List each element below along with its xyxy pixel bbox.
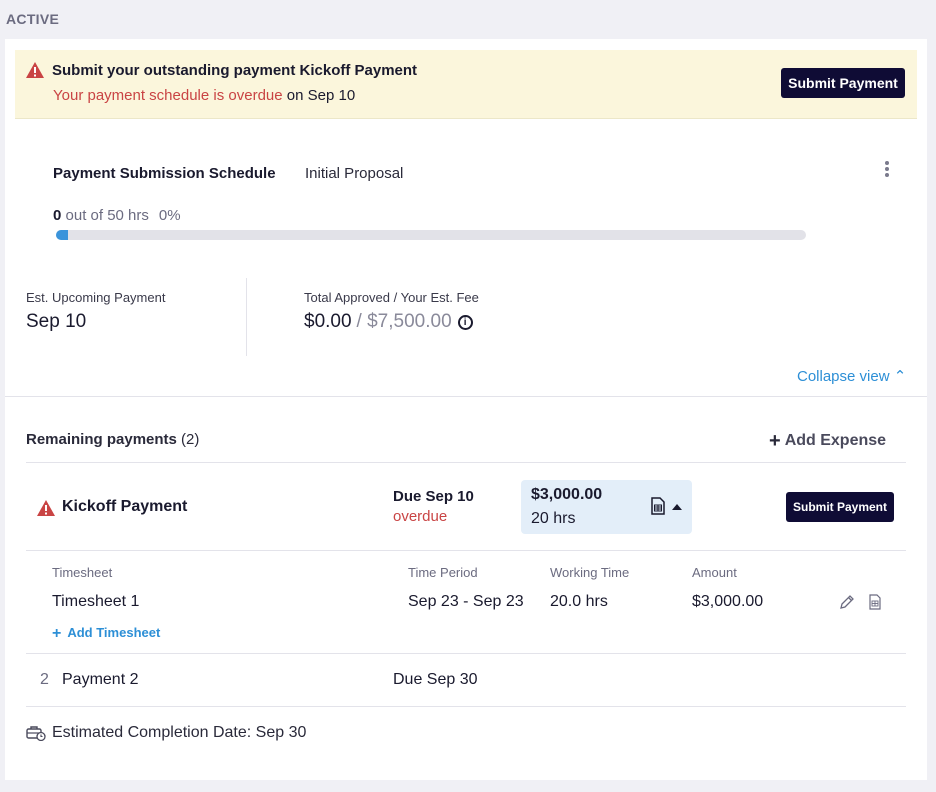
submit-payment-button[interactable]: Submit Payment xyxy=(786,492,894,522)
timesheet-name: Timesheet 1 xyxy=(52,593,140,610)
payment-name: Kickoff Payment xyxy=(62,498,188,515)
pencil-icon[interactable] xyxy=(839,594,855,610)
progress-percent: 0% xyxy=(158,207,181,224)
plus-icon: + xyxy=(52,625,62,642)
total-approved-label: Total Approved / Your Est. Fee xyxy=(304,290,479,305)
payment-amount-toggle[interactable]: $3,000.00 20 hrs xyxy=(521,480,692,534)
document-icon[interactable] xyxy=(869,594,881,610)
estimated-completion-date: Estimated Completion Date: Sep 30 xyxy=(52,724,307,741)
column-header-time-period: Time Period xyxy=(408,565,478,580)
row-divider xyxy=(26,653,906,654)
column-header-working-time: Working Time xyxy=(550,565,630,580)
add-expense-button[interactable]: + Add Expense xyxy=(769,430,886,453)
alert-submit-payment-button[interactable]: Submit Payment xyxy=(781,68,905,98)
payment-amount: $3,000.00 xyxy=(531,486,603,503)
add-expense-label: Add Expense xyxy=(784,432,887,449)
payment-status: overdue xyxy=(393,508,448,525)
payment-due-date: Due Sep 10 xyxy=(393,488,474,505)
progress-bar xyxy=(56,230,806,240)
overdue-alert: Submit your outstanding payment Kickoff … xyxy=(15,50,917,119)
upcoming-payment-value: Sep 10 xyxy=(26,311,87,332)
kebab-menu-icon[interactable] xyxy=(883,161,891,179)
warning-icon xyxy=(26,62,44,78)
summary-divider xyxy=(246,278,247,356)
warning-icon xyxy=(37,500,55,516)
row-divider xyxy=(26,462,906,463)
alert-subtitle: Your payment schedule is overdue on Sep … xyxy=(53,87,355,104)
timesheet-amount: $3,000.00 xyxy=(692,593,764,610)
alert-date-text: on Sep 10 xyxy=(282,87,356,104)
progress-bar-fill xyxy=(56,230,68,240)
payment-number: 2 xyxy=(40,671,49,688)
collapse-view-link[interactable]: Collapse view ⌃ xyxy=(797,367,906,385)
total-approved-value: $0.00 / $7,500.00 i xyxy=(304,311,473,333)
remaining-payments-count: (2) xyxy=(181,431,200,448)
timesheet-working-time: 20.0 hrs xyxy=(550,593,608,610)
remaining-payments-heading: Remaining payments (2) xyxy=(26,431,199,448)
document-icon xyxy=(651,497,665,515)
caret-up-icon xyxy=(672,504,682,510)
column-header-amount: Amount xyxy=(692,565,737,580)
column-header-timesheet: Timesheet xyxy=(52,565,113,580)
briefcase-clock-icon xyxy=(26,726,46,741)
payment-name: Payment 2 xyxy=(62,671,139,688)
add-timesheet-link[interactable]: + Add Timesheet xyxy=(52,625,160,643)
info-icon[interactable]: i xyxy=(457,314,473,330)
alert-overdue-text: Your payment schedule is overdue xyxy=(53,87,283,104)
section-divider xyxy=(5,396,927,397)
payment-hours: 20 hrs xyxy=(531,510,576,527)
progress-total: out of 50 hrs xyxy=(61,207,149,224)
schedule-name: Initial Proposal xyxy=(305,165,404,182)
section-label: ACTIVE xyxy=(6,11,60,27)
add-timesheet-label: Add Timesheet xyxy=(67,625,161,640)
timesheet-period: Sep 23 - Sep 23 xyxy=(408,593,524,610)
schedule-title: Payment Submission Schedule xyxy=(53,165,276,182)
payment-card: Submit your outstanding payment Kickoff … xyxy=(5,39,927,780)
payment-due-date: Due Sep 30 xyxy=(393,671,478,688)
plus-icon: + xyxy=(769,430,781,452)
upcoming-payment-label: Est. Upcoming Payment xyxy=(26,290,166,305)
progress-text: 0 out of 50 hrs 0% xyxy=(53,207,181,224)
row-divider xyxy=(26,706,906,707)
total-approved-amount: $0.00 xyxy=(304,311,352,332)
remaining-payments-label: Remaining payments xyxy=(26,431,177,448)
row-divider xyxy=(26,550,906,551)
estimated-fee-amount: / $7,500.00 xyxy=(356,311,452,332)
alert-title: Submit your outstanding payment Kickoff … xyxy=(52,62,418,79)
